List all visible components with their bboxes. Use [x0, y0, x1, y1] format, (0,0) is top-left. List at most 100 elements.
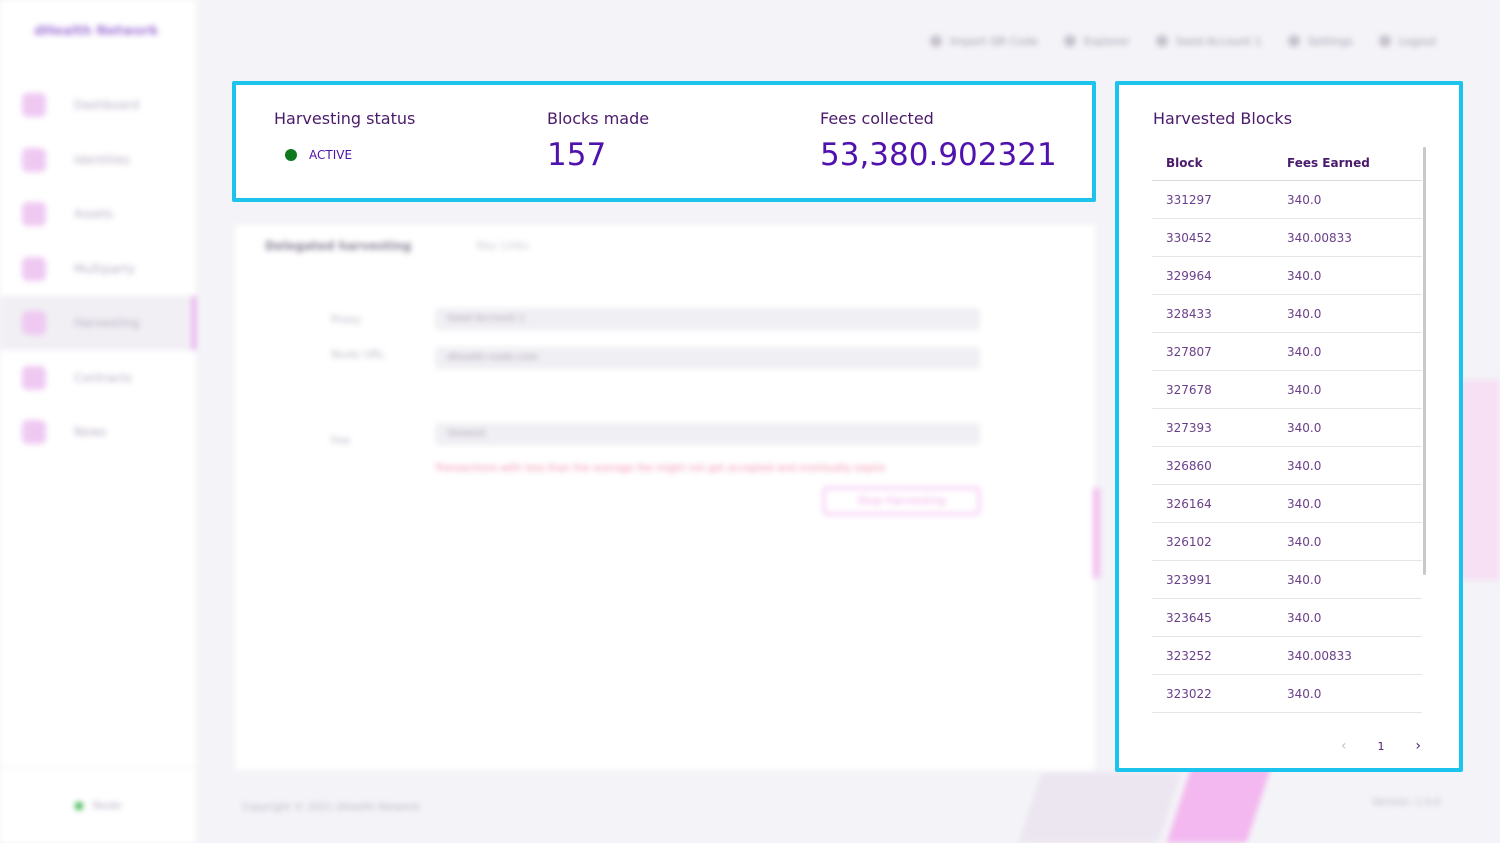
identities-icon	[22, 147, 46, 172]
table-row[interactable]: 330452 340.00833	[1152, 219, 1422, 257]
table-row[interactable]: 326164 340.0	[1152, 485, 1422, 523]
logout-button[interactable]: Logout	[1378, 35, 1436, 48]
block-height-cell: 326164	[1166, 496, 1212, 511]
fees-collected: Fees collected 53,380.902321	[820, 109, 1057, 171]
table-row[interactable]: 327807 340.0	[1152, 333, 1422, 371]
table-row[interactable]: 323991 340.0	[1152, 561, 1422, 599]
node-url-label: Node URL	[331, 348, 386, 361]
table-row[interactable]: 323645 340.0	[1152, 599, 1422, 637]
sidebar-item-assets[interactable]: Assets	[0, 187, 196, 241]
active-dot-icon	[285, 149, 297, 161]
table-row[interactable]: 327393 340.0	[1152, 409, 1422, 447]
block-height-cell: 328433	[1166, 306, 1212, 321]
block-height-cell: 329964	[1166, 268, 1212, 283]
status-value: ACTIVE	[309, 148, 353, 162]
fee-select[interactable]: Slowest	[435, 423, 980, 445]
current-page[interactable]: 1	[1378, 740, 1385, 753]
column-header-block[interactable]: Block	[1152, 156, 1287, 170]
fee-earned-cell: 340.0	[1287, 572, 1322, 587]
table-row[interactable]: 323022 340.0	[1152, 675, 1422, 713]
assets-icon	[22, 202, 46, 226]
settings-button[interactable]: Settings	[1287, 34, 1353, 48]
dashboard-icon	[22, 93, 46, 117]
block-height-cell: 330452	[1166, 230, 1212, 245]
import-qr-button[interactable]: Import QR Code	[930, 35, 1038, 48]
logout-icon	[1378, 35, 1391, 47]
harvested-blocks-table[interactable]: Block Fees Earned 331297 340.0 330452 340.0…	[1152, 145, 1422, 715]
status-indicator: ACTIVE	[285, 148, 415, 162]
settings-label: Settings	[1307, 34, 1353, 48]
block-height-cell: 323022	[1166, 686, 1212, 701]
table-row[interactable]: 327678 340.0	[1152, 371, 1422, 409]
background-decoration	[1460, 380, 1500, 580]
harvesting-form-card: Delegated harvesting Key Links Proxy See…	[235, 225, 1095, 770]
sidebar-item-label: Multiparty	[74, 261, 136, 276]
table-row[interactable]: 328433 340.0	[1152, 295, 1422, 333]
sidebar-item-news[interactable]: News	[0, 405, 196, 459]
block-height-cell: 326102	[1166, 534, 1212, 549]
import-qr-label: Import QR Code	[950, 34, 1038, 48]
sidebar-item-identities[interactable]: Identities	[0, 133, 196, 187]
block-height-cell: 323645	[1166, 610, 1212, 625]
sidebar-item-contracts[interactable]: Contracts	[0, 351, 196, 405]
table-row[interactable]: 326102 340.0	[1152, 523, 1422, 561]
table-row[interactable]: 329964 340.0	[1152, 257, 1422, 295]
account-icon	[1155, 35, 1168, 47]
fee-earned-cell: 340.0	[1287, 420, 1322, 435]
background-decoration	[1018, 772, 1182, 843]
explorer-link[interactable]: Explorer	[1063, 35, 1130, 48]
sidebar-item-dashboard[interactable]: Dashboard	[0, 78, 196, 132]
prev-page-icon[interactable]: ‹	[1341, 738, 1347, 754]
news-icon	[22, 420, 46, 444]
fees-collected-title: Fees collected	[820, 109, 934, 128]
copyright-text: Copyright © 2021 dHealth Network	[242, 802, 420, 813]
block-height-cell: 323991	[1166, 572, 1212, 587]
tab-delegated-harvesting[interactable]: Delegated harvesting	[265, 239, 411, 253]
background-decoration	[1093, 488, 1100, 578]
table-row[interactable]: 331297 340.0	[1152, 181, 1422, 219]
harvested-blocks-title: Harvested Blocks	[1153, 109, 1293, 128]
sidebar-item-harvesting[interactable]: Harvesting	[0, 296, 196, 350]
fee-earned-cell: 340.0	[1287, 686, 1322, 701]
sidebar-item-label: Contracts	[74, 370, 132, 385]
sidebar-item-label: Identities	[74, 152, 130, 167]
sidebar: dHealth Network Dashboard Identities Asset…	[0, 0, 196, 843]
fee-earned-cell: 340.0	[1287, 268, 1322, 283]
background-decoration	[1166, 760, 1274, 843]
explorer-icon	[1063, 35, 1076, 47]
table-header: Block Fees Earned	[1152, 145, 1422, 181]
stop-harvesting-button[interactable]: Stop Harvesting	[823, 487, 980, 515]
fee-earned-cell: 340.0	[1287, 496, 1322, 511]
node-status-dot-icon	[74, 801, 83, 810]
harvesting-status: Harvesting status ACTIVE	[274, 109, 415, 162]
blocks-made-value: 157	[547, 137, 607, 173]
tab-key-links[interactable]: Key Links	[477, 239, 529, 252]
fees-collected-value: 53,380.902321	[820, 137, 1057, 173]
table-row[interactable]: 326860 340.0	[1152, 447, 1422, 485]
table-scrollbar[interactable]	[1423, 147, 1426, 575]
account-label: Seed Account 1	[1175, 34, 1262, 48]
node-url-field[interactable]: dhealth-node.com	[435, 347, 980, 369]
table-row[interactable]: 323252 340.00833	[1152, 637, 1422, 675]
block-height-cell: 327807	[1166, 344, 1212, 359]
proxy-field[interactable]: Seed Account 1	[435, 308, 980, 330]
block-height-cell: 326860	[1166, 458, 1212, 473]
sidebar-item-multiparty[interactable]: Multiparty	[0, 242, 196, 296]
brand-logo[interactable]: dHealth Network	[34, 24, 158, 39]
blocks-made-title: Blocks made	[547, 109, 650, 128]
fee-earned-cell: 340.0	[1287, 458, 1322, 473]
next-page-icon[interactable]: ›	[1415, 738, 1421, 754]
sidebar-item-label: Dashboard	[74, 98, 140, 112]
account-selector[interactable]: Seed Account 1	[1155, 34, 1262, 48]
column-header-fees[interactable]: Fees Earned	[1287, 156, 1422, 170]
qr-code-icon	[930, 35, 942, 47]
fee-earned-cell: 340.0	[1287, 382, 1322, 397]
blocks-made: Blocks made 157	[547, 109, 649, 171]
fee-earned-cell: 340.00833	[1287, 648, 1352, 663]
fee-label: Fee	[331, 434, 351, 447]
fee-warning: Transactions with less than the average …	[435, 463, 886, 474]
top-bar: Import QR Code Explorer Seed Account 1 S…	[930, 32, 1436, 50]
fee-earned-cell: 340.00833	[1287, 230, 1352, 245]
sidebar-item-label: News	[74, 425, 107, 439]
settings-icon	[1287, 35, 1300, 47]
